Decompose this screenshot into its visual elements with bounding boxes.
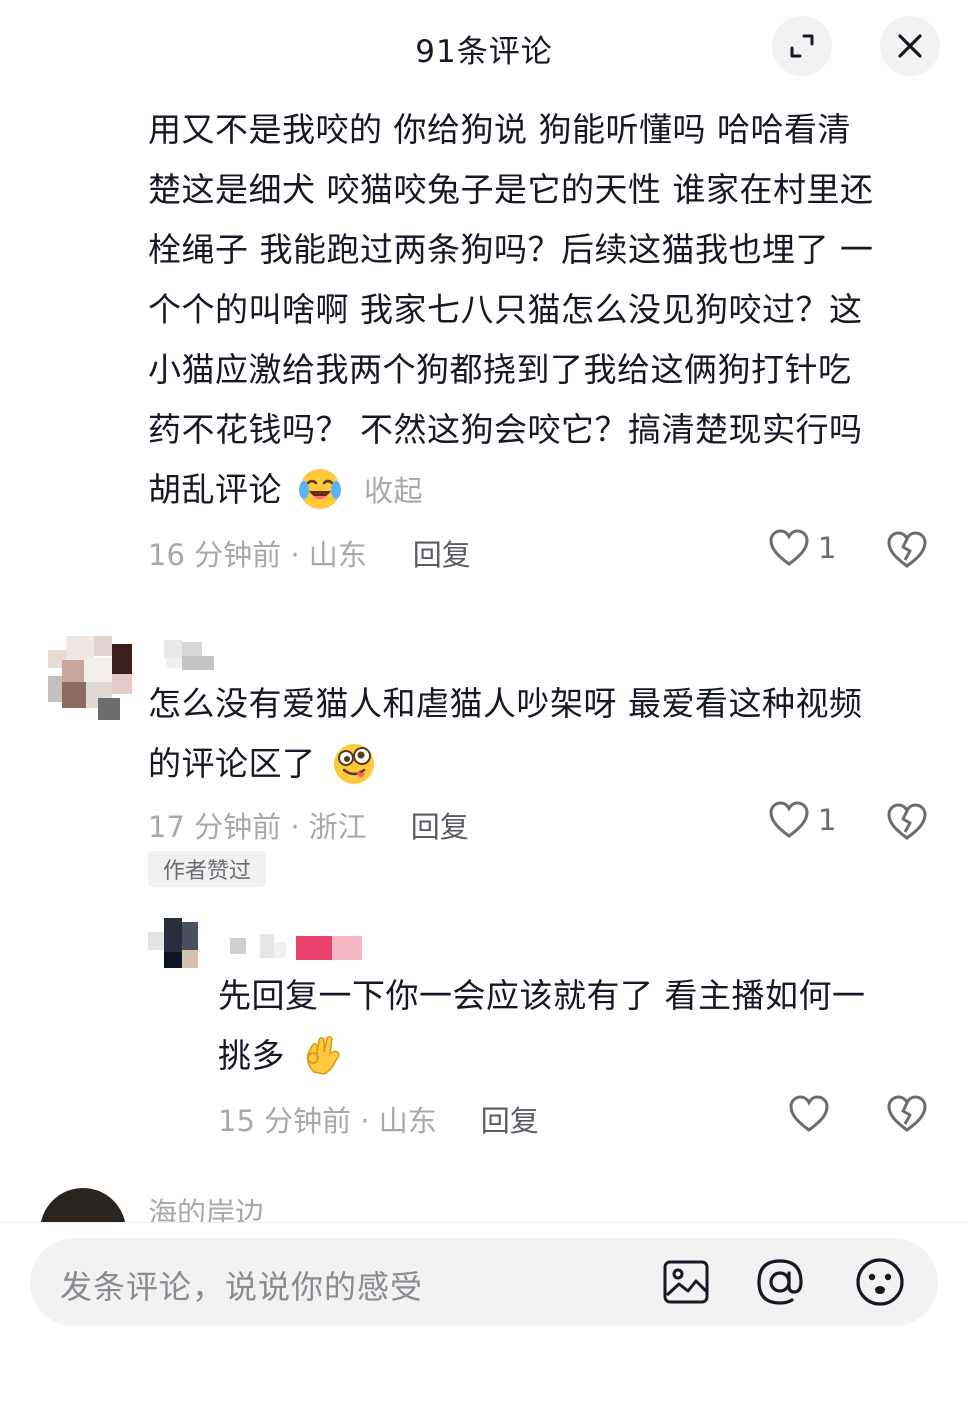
divider bbox=[0, 1222, 968, 1223]
heart-icon bbox=[789, 1095, 829, 1132]
comment-input-placeholder: 发条评论，说说你的感受 bbox=[60, 1268, 424, 1306]
collapse-link[interactable]: 收起 bbox=[364, 474, 423, 508]
comment-meta: 17 分钟前 · 浙江 回复 bbox=[148, 804, 469, 846]
expand-icon bbox=[790, 34, 814, 58]
smiley-icon bbox=[856, 1258, 904, 1306]
comment-line: 怎么没有爱猫人和虐猫人吵架呀 最爱看这种视频 bbox=[148, 684, 863, 723]
reply-button[interactable]: 回复 bbox=[413, 532, 471, 574]
comment-line: 先回复一下你一会应该就有了 看主播如何一 bbox=[218, 976, 866, 1015]
like-button[interactable]: 1 bbox=[768, 800, 836, 840]
username-blurred[interactable] bbox=[164, 640, 216, 670]
comment-line: 楚这是细犬 咬猫咬兔子是它的天性 谁家在村里还 bbox=[148, 170, 874, 209]
comment-line: 小猫应激给我两个狗都挠到了我给这俩狗打针吃 bbox=[148, 350, 852, 389]
silly-face-emoji-icon bbox=[333, 743, 374, 784]
avatar[interactable] bbox=[148, 918, 198, 968]
username[interactable]: 海的岸边 bbox=[148, 1190, 264, 1222]
emoji-button[interactable] bbox=[852, 1254, 908, 1310]
broken-heart-icon bbox=[887, 803, 927, 840]
comment-meta: 16 分钟前 · 山东 回复 bbox=[148, 532, 471, 574]
avatar-partial[interactable] bbox=[40, 1188, 126, 1222]
close-icon bbox=[898, 34, 922, 58]
laughing-crying-emoji-icon bbox=[299, 468, 341, 509]
like-count: 1 bbox=[818, 803, 837, 837]
comment-time-location: 16 分钟前 · 山东 bbox=[148, 538, 367, 572]
comment-line: 用又不是我咬的 你给狗说 狗能听懂吗 哈哈看清 bbox=[148, 110, 851, 149]
dislike-button[interactable] bbox=[886, 1094, 928, 1138]
comment-meta: 15 分钟前 · 山东 回复 bbox=[218, 1098, 539, 1140]
comment-time-location: 15 分钟前 · 山东 bbox=[218, 1104, 437, 1138]
comment-line: 挑多 bbox=[218, 1036, 285, 1075]
comments-panel: 91条评论 用又不是我咬的 你给狗说 狗能听懂吗 哈哈看清 楚这是细犬 咬猫咬兔… bbox=[0, 0, 968, 1425]
image-icon bbox=[663, 1260, 709, 1304]
comment-line-last: 胡乱评论 收起 bbox=[148, 460, 938, 520]
like-button[interactable]: 1 bbox=[768, 528, 836, 568]
author-liked-badge: 作者赞过 bbox=[148, 851, 266, 887]
broken-heart-icon bbox=[887, 531, 927, 568]
comment-line: 的评论区了 bbox=[148, 744, 316, 783]
image-button[interactable] bbox=[658, 1254, 714, 1310]
at-mention-icon bbox=[757, 1259, 803, 1305]
reply-button[interactable]: 回复 bbox=[411, 804, 469, 846]
close-button[interactable] bbox=[880, 16, 940, 76]
comment-time-location: 17 分钟前 · 浙江 bbox=[148, 810, 367, 844]
like-count: 1 bbox=[818, 531, 837, 565]
comment-line: 栓绳子 我能跑过两条狗吗？后续这猫我也埋了 一 bbox=[148, 230, 874, 269]
ok-hand-emoji-icon bbox=[306, 1035, 340, 1075]
comment-line-last: 的评论区了 bbox=[148, 734, 938, 794]
reply-button[interactable]: 回复 bbox=[481, 1098, 539, 1140]
comment-line: 个个的叫啥啊 我家七八只猫怎么没见狗咬过？这 bbox=[148, 290, 863, 329]
comment-line: 药不花钱吗？ 不然这狗会咬它？搞清楚现实行吗 bbox=[148, 410, 863, 449]
dislike-button[interactable] bbox=[886, 530, 928, 574]
comment-text: 用又不是我咬的 你给狗说 狗能听懂吗 哈哈看清 楚这是细犬 咬猫咬兔子是它的天性… bbox=[148, 100, 938, 520]
comment-text: 怎么没有爱猫人和虐猫人吵架呀 最爱看这种视频 的评论区了 bbox=[148, 674, 938, 794]
comments-header: 91条评论 bbox=[0, 0, 968, 92]
comment-line: 胡乱评论 bbox=[148, 470, 282, 509]
like-button[interactable] bbox=[788, 1094, 830, 1138]
avatar[interactable] bbox=[48, 636, 132, 720]
heart-icon bbox=[769, 529, 809, 566]
username-blurred[interactable] bbox=[230, 934, 362, 962]
dislike-button[interactable] bbox=[886, 802, 928, 846]
comment-line-last: 挑多 bbox=[218, 1026, 938, 1086]
expand-button[interactable] bbox=[772, 16, 832, 76]
reply-text: 先回复一下你一会应该就有了 看主播如何一 挑多 bbox=[218, 966, 938, 1086]
broken-heart-icon bbox=[887, 1095, 927, 1132]
mention-button[interactable] bbox=[752, 1254, 808, 1310]
comment-input[interactable]: 发条评论，说说你的感受 bbox=[30, 1238, 938, 1326]
heart-icon bbox=[769, 801, 809, 838]
